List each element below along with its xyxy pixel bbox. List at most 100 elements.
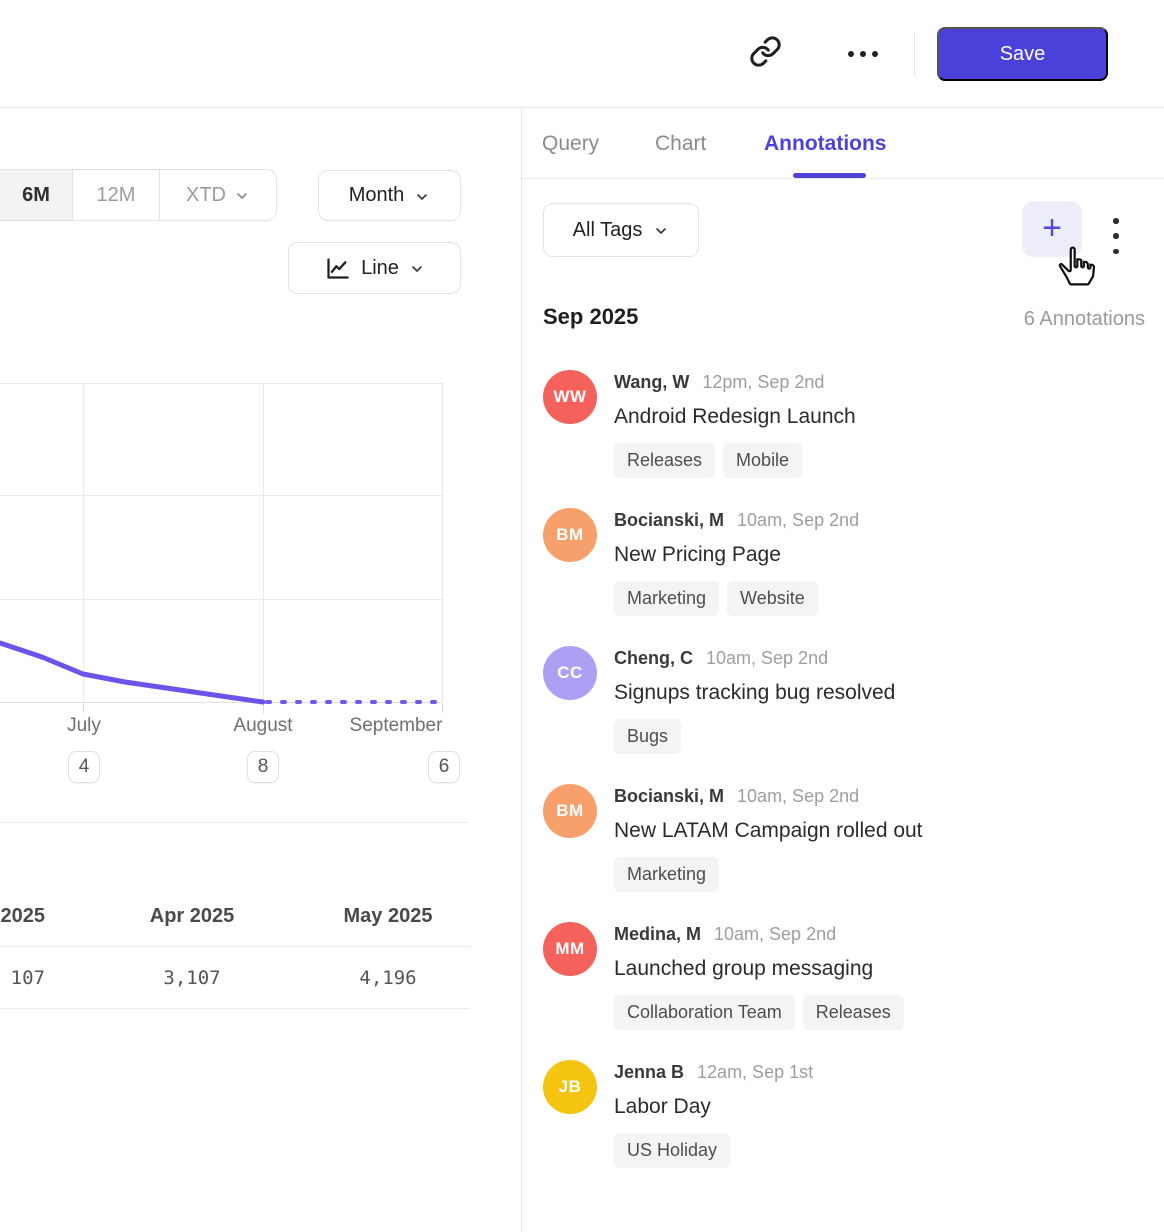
annotation-author: Bocianski, M: [614, 785, 724, 807]
axis-tick: [83, 704, 84, 713]
x-axis-label-july: July: [24, 715, 144, 737]
interval-dropdown[interactable]: Month: [318, 170, 461, 221]
annotation-title: Labor Day: [614, 1090, 813, 1124]
annotation-tag[interactable]: Marketing: [614, 857, 719, 892]
range-option-12m[interactable]: 12M: [73, 170, 160, 220]
table-value-cell: 107: [0, 967, 45, 989]
table-header-row: 2025 Apr 2025 May 2025: [0, 823, 470, 947]
annotation-item[interactable]: BM Bocianski, M 10am, Sep 2nd New LATAM …: [543, 784, 1154, 892]
table-value-cell: 3,107: [95, 967, 289, 989]
annotation-body: Bocianski, M 10am, Sep 2nd New LATAM Cam…: [614, 784, 923, 892]
axis-tick: [263, 704, 264, 713]
annotation-title: New Pricing Page: [614, 538, 859, 572]
tab-chart[interactable]: Chart: [655, 108, 706, 179]
chevron-down-icon: [234, 187, 250, 203]
results-table: 2025 Apr 2025 May 2025 107 3,107 4,196: [0, 822, 470, 1009]
annotation-body: Medina, M 10am, Sep 2nd Launched group m…: [614, 922, 904, 1030]
annotation-count-badge-september[interactable]: 6: [428, 751, 460, 783]
chart-line-solid: [0, 643, 263, 702]
annotation-title: Signups tracking bug resolved: [614, 676, 895, 710]
table-value-cell: 4,196: [291, 967, 485, 989]
panel-tabbar: Query Chart Annotations: [522, 108, 1164, 179]
annotation-body: Bocianski, M 10am, Sep 2nd New Pricing P…: [614, 508, 859, 616]
interval-label: Month: [349, 184, 405, 207]
more-options-button[interactable]: [840, 49, 886, 59]
app-window: Save 6M 12M XTD Month Line: [0, 0, 1164, 1232]
copy-link-button[interactable]: [747, 36, 783, 72]
annotation-count-badge-august[interactable]: 8: [247, 751, 279, 783]
annotation-count-badge-july[interactable]: 4: [68, 751, 100, 783]
annotation-timestamp: 12am, Sep 1st: [697, 1061, 813, 1083]
chevron-down-icon: [409, 260, 425, 276]
annotations-count: 6 Annotations: [1024, 308, 1145, 331]
date-range-segmented-control: 6M 12M XTD: [0, 169, 277, 221]
tag-filter-dropdown[interactable]: All Tags: [543, 203, 699, 257]
avatar: CC: [543, 646, 597, 700]
range-option-xtd-label: XTD: [186, 184, 226, 207]
annotation-title: New LATAM Campaign rolled out: [614, 814, 923, 848]
top-toolbar: Save: [0, 0, 1164, 108]
annotation-tag[interactable]: Mobile: [723, 443, 802, 478]
avatar: BM: [543, 784, 597, 838]
panel-more-options-button[interactable]: [1110, 218, 1122, 254]
annotation-body: Wang, W 12pm, Sep 2nd Android Redesign L…: [614, 370, 856, 478]
x-axis-label-august: August: [203, 715, 323, 737]
annotation-item[interactable]: CC Cheng, C 10am, Sep 2nd Signups tracki…: [543, 646, 1154, 754]
annotation-author: Wang, W: [614, 371, 689, 393]
table-header-cell: 2025: [0, 905, 45, 928]
chart-type-dropdown[interactable]: Line: [288, 242, 461, 294]
avatar: WW: [543, 370, 597, 424]
toolbar-divider: [914, 32, 915, 76]
active-tab-underline: [793, 173, 866, 178]
annotation-tag[interactable]: Releases: [614, 443, 715, 478]
annotation-author: Cheng, C: [614, 647, 693, 669]
annotation-body: Jenna B 12am, Sep 1st Labor Day US Holid…: [614, 1060, 813, 1168]
annotation-timestamp: 10am, Sep 2nd: [737, 509, 859, 531]
annotation-tag[interactable]: Collaboration Team: [614, 995, 795, 1030]
annotation-item[interactable]: WW Wang, W 12pm, Sep 2nd Android Redesig…: [543, 370, 1154, 478]
annotation-timestamp: 10am, Sep 2nd: [706, 647, 828, 669]
ellipsis-icon: [848, 51, 878, 57]
range-option-6m[interactable]: 6M: [0, 170, 73, 220]
tab-annotations[interactable]: Annotations: [764, 108, 886, 179]
annotation-tag[interactable]: Website: [727, 581, 818, 616]
annotation-title: Android Redesign Launch: [614, 400, 856, 434]
annotation-tag[interactable]: Marketing: [614, 581, 719, 616]
chart-plot-area: [0, 383, 443, 703]
range-option-xtd[interactable]: XTD: [160, 170, 276, 220]
save-button[interactable]: Save: [937, 27, 1108, 81]
add-annotation-button[interactable]: +: [1022, 201, 1082, 257]
table-header-cell: Apr 2025: [95, 905, 289, 928]
annotation-tag[interactable]: US Holiday: [614, 1133, 730, 1168]
tab-query[interactable]: Query: [542, 108, 599, 179]
annotation-author: Jenna B: [614, 1061, 684, 1083]
month-group-header: Sep 2025: [543, 304, 638, 330]
link-icon: [749, 35, 782, 73]
annotation-tag[interactable]: Releases: [803, 995, 904, 1030]
tag-filter-label: All Tags: [573, 219, 643, 242]
table-row[interactable]: 107 3,107 4,196: [0, 947, 470, 1009]
plus-icon: +: [1042, 211, 1062, 245]
x-axis-label-september: September: [336, 715, 456, 737]
annotation-timestamp: 10am, Sep 2nd: [714, 923, 836, 945]
annotation-title: Launched group messaging: [614, 952, 904, 986]
table-header-cell: May 2025: [291, 905, 485, 928]
chart-line-svg: [0, 384, 443, 704]
chart-type-label: Line: [361, 257, 399, 280]
annotation-author: Bocianski, M: [614, 509, 724, 531]
line-chart-icon: [324, 255, 351, 282]
chevron-down-icon: [414, 188, 430, 204]
avatar: BM: [543, 508, 597, 562]
annotation-author: Medina, M: [614, 923, 701, 945]
chevron-down-icon: [653, 222, 669, 238]
annotation-body: Cheng, C 10am, Sep 2nd Signups tracking …: [614, 646, 895, 754]
annotation-item[interactable]: MM Medina, M 10am, Sep 2nd Launched grou…: [543, 922, 1154, 1030]
annotations-list: WW Wang, W 12pm, Sep 2nd Android Redesig…: [543, 370, 1154, 1168]
axis-tick: [442, 704, 443, 713]
avatar: MM: [543, 922, 597, 976]
annotation-tag[interactable]: Bugs: [614, 719, 681, 754]
annotation-item[interactable]: JB Jenna B 12am, Sep 1st Labor Day US Ho…: [543, 1060, 1154, 1168]
annotation-timestamp: 12pm, Sep 2nd: [702, 371, 824, 393]
avatar: JB: [543, 1060, 597, 1114]
annotation-item[interactable]: BM Bocianski, M 10am, Sep 2nd New Pricin…: [543, 508, 1154, 616]
